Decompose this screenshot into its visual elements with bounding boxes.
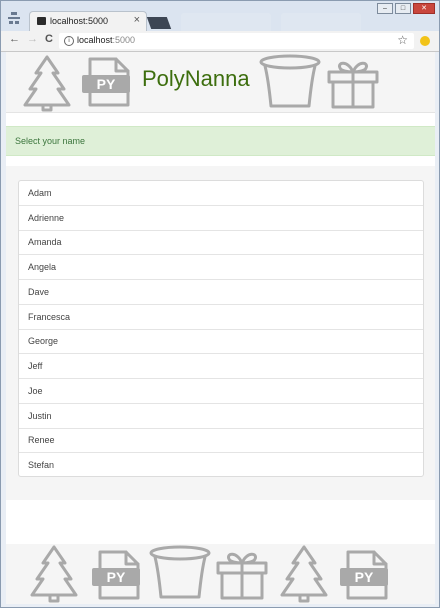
name-item[interactable]: Francesca xyxy=(19,305,423,330)
extension-icon[interactable] xyxy=(420,36,430,46)
app-menu-icon[interactable] xyxy=(7,11,21,25)
name-item[interactable]: Renee xyxy=(19,428,423,453)
tab-close-icon[interactable]: × xyxy=(134,14,140,26)
py-badge: PY xyxy=(97,76,116,92)
gift-icon xyxy=(327,61,379,109)
name-item[interactable]: Jeff xyxy=(19,354,423,379)
address-bar[interactable]: i localhost:5000 ☆ xyxy=(59,33,414,49)
browser-window: localhost:5000 × – □ ✕ ← → C i localhost… xyxy=(0,0,440,608)
python-file-icon: PY xyxy=(92,550,140,600)
background-window-tab xyxy=(281,13,361,31)
name-label: Renee xyxy=(28,435,55,445)
page-footer: PY PY xyxy=(6,544,435,604)
name-item[interactable]: Joe xyxy=(19,379,423,404)
py-badge: PY xyxy=(107,569,126,585)
name-label: Francesca xyxy=(28,312,71,322)
bookmark-star-icon[interactable]: ☆ xyxy=(397,33,408,47)
browser-toolbar: ← → C i localhost:5000 ☆ xyxy=(1,31,439,52)
name-label: Dave xyxy=(28,287,50,297)
name-item[interactable]: George xyxy=(19,329,423,354)
name-label: Stefan xyxy=(28,460,55,470)
name-label: Adrienne xyxy=(28,213,65,223)
name-item[interactable]: Adrienne xyxy=(19,206,423,231)
top-hat-icon xyxy=(259,54,321,108)
python-file-icon: PY xyxy=(340,550,388,600)
name-label: Joe xyxy=(28,386,43,396)
tab-title: localhost:5000 xyxy=(50,16,109,26)
alert-text: Select your name xyxy=(15,136,86,146)
forward-arrow-icon[interactable]: → xyxy=(27,33,38,45)
info-icon[interactable]: i xyxy=(64,36,74,46)
background-window-tab xyxy=(181,13,271,31)
terminal-favicon-icon xyxy=(37,17,46,25)
browser-tab[interactable]: localhost:5000 × xyxy=(29,11,147,31)
url-host: localhost xyxy=(77,35,113,45)
name-item[interactable]: Angela xyxy=(19,255,423,280)
page-header: PY PolyNanna xyxy=(6,52,435,113)
tree-icon xyxy=(280,545,328,603)
close-button[interactable]: ✕ xyxy=(413,3,435,14)
page-viewport: PY PolyNanna Select your name Adam Adrie… xyxy=(6,52,435,604)
py-badge: PY xyxy=(355,569,374,585)
name-label: Jeff xyxy=(28,361,43,371)
tree-icon xyxy=(30,545,78,603)
title-bar: localhost:5000 × – □ ✕ xyxy=(1,1,439,31)
maximize-button[interactable]: □ xyxy=(395,3,411,14)
name-label: Angela xyxy=(28,262,57,272)
top-hat-icon xyxy=(149,545,211,599)
name-label: Amanda xyxy=(28,237,62,247)
name-item[interactable]: Dave xyxy=(19,280,423,305)
url-text[interactable]: localhost:5000 xyxy=(77,35,135,45)
name-label: George xyxy=(28,336,59,346)
python-file-icon: PY xyxy=(82,57,130,107)
minimize-button[interactable]: – xyxy=(377,3,393,14)
name-label: Adam xyxy=(28,188,52,198)
name-item[interactable]: Stefan xyxy=(19,453,423,478)
name-item[interactable]: Adam xyxy=(19,181,423,206)
tree-icon xyxy=(23,55,71,112)
names-list: Adam Adrienne Amanda Angela Dave Frances… xyxy=(18,180,424,477)
name-label: Justin xyxy=(28,411,52,421)
new-tab-button[interactable] xyxy=(146,17,172,29)
window-controls: – □ ✕ xyxy=(377,3,435,14)
brand-title: PolyNanna xyxy=(142,66,250,91)
name-item[interactable]: Justin xyxy=(19,404,423,429)
url-port: :5000 xyxy=(112,35,136,45)
back-arrow-icon[interactable]: ← xyxy=(9,33,20,45)
select-name-alert: Select your name xyxy=(6,126,435,156)
gift-icon xyxy=(216,552,268,600)
reload-icon[interactable]: C xyxy=(45,33,53,45)
name-item[interactable]: Amanda xyxy=(19,230,423,255)
